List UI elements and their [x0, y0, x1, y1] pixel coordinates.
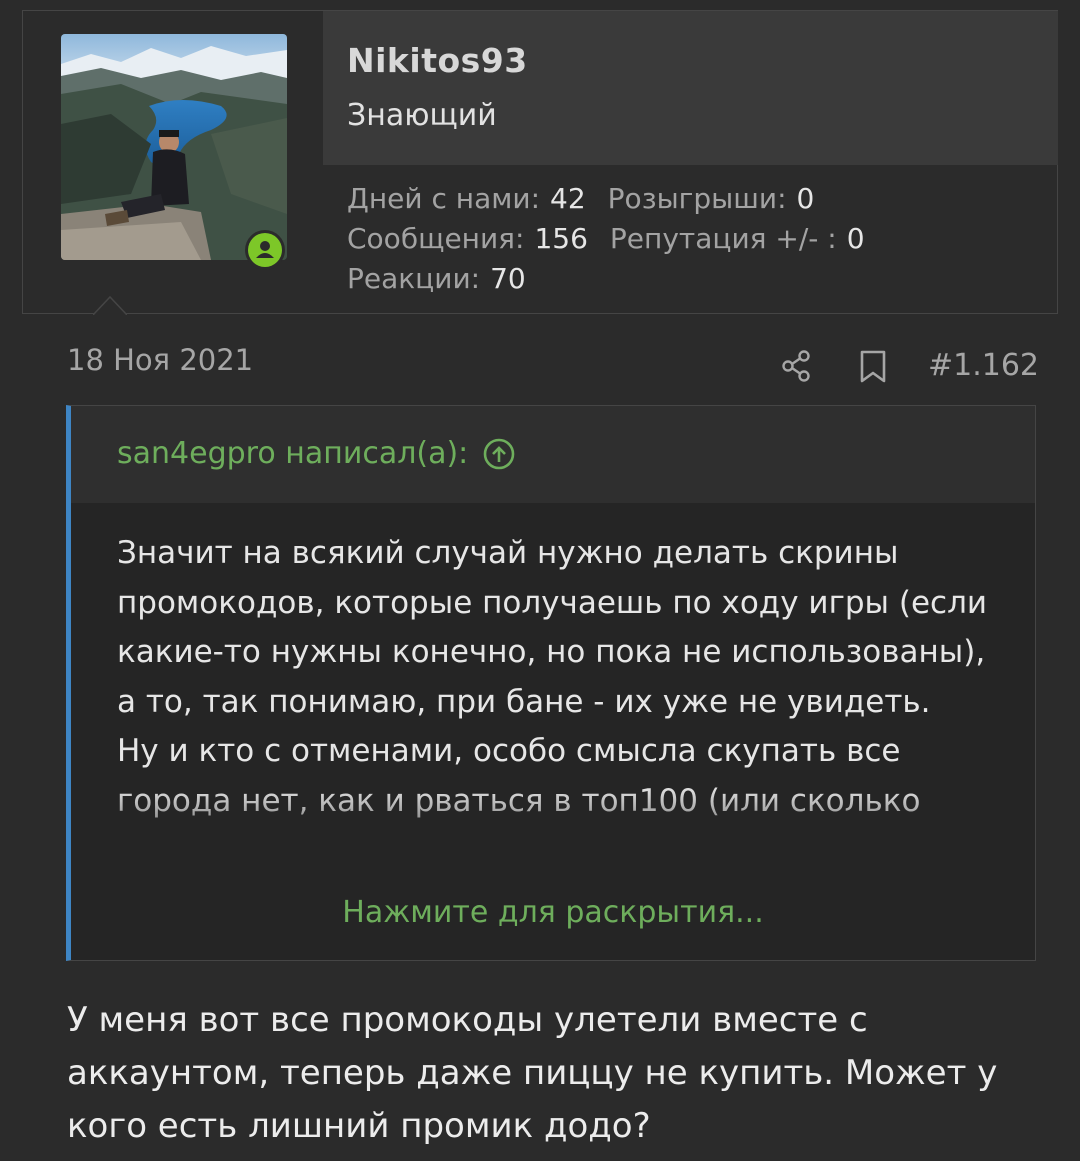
post-message-text: У меня вот все промокоды улетели вместе …: [67, 1000, 998, 1146]
reactions-value: 70: [490, 262, 526, 295]
stats-row-1: Дней с нами: 42 Розыгрыши: 0: [347, 179, 887, 219]
forum-post: Nikitos93 Знающий Дней с нами: 42 Розыгрыш…: [0, 0, 1080, 1161]
days-value: 42: [550, 182, 586, 215]
user-online-icon: [248, 233, 282, 267]
avatar-wrapper[interactable]: [61, 34, 287, 270]
username-link[interactable]: Nikitos93: [347, 41, 528, 80]
expand-quote-link[interactable]: Нажмите для раскрытия...: [71, 895, 1035, 930]
quote-paragraph-1: Значит на всякий случай нужно делать скр…: [117, 535, 988, 720]
quote-fade-overlay: [71, 786, 1035, 896]
online-status-badge: [245, 230, 285, 270]
post-date[interactable]: 18 Ноя 2021: [67, 343, 253, 377]
messages-value: 156: [534, 222, 588, 255]
giveaways-label: Розыгрыши:: [607, 182, 787, 215]
messages-label: Сообщения:: [347, 222, 525, 255]
quote-header: san4egpro написал(а):: [71, 406, 1035, 503]
arrow-up-circle-icon[interactable]: [482, 437, 516, 471]
stats-row-3: Реакции: 70: [347, 259, 887, 299]
avatar[interactable]: [61, 34, 287, 260]
reputation-value: 0: [846, 222, 865, 255]
stats-row-2: Сообщения: 156 Репутация +/- : 0: [347, 219, 887, 259]
quote-author-text[interactable]: san4egpro написал(а):: [117, 436, 468, 471]
quote-block: san4egpro написал(а): Значит на всякий с…: [66, 405, 1036, 961]
user-title: Знающий: [347, 98, 497, 133]
reputation-label: Репутация +/- :: [609, 222, 837, 255]
giveaways-value: 0: [796, 182, 815, 215]
user-name-box: Nikitos93 Знающий: [323, 11, 1058, 165]
post-number-link[interactable]: #1.162: [928, 348, 1039, 383]
reactions-label: Реакции:: [347, 262, 481, 295]
user-stats: Дней с нами: 42 Розыгрыши: 0 Сообщения: 156 Р…: [347, 179, 887, 299]
bookmark-icon[interactable]: [858, 350, 888, 388]
quote-author-link[interactable]: san4egpro написал(а):: [117, 436, 516, 471]
user-card: Nikitos93 Знающий Дней с нами: 42 Розыгрыш…: [22, 10, 1058, 315]
share-icon[interactable]: [780, 349, 814, 387]
days-label: Дней с нами:: [347, 182, 541, 215]
